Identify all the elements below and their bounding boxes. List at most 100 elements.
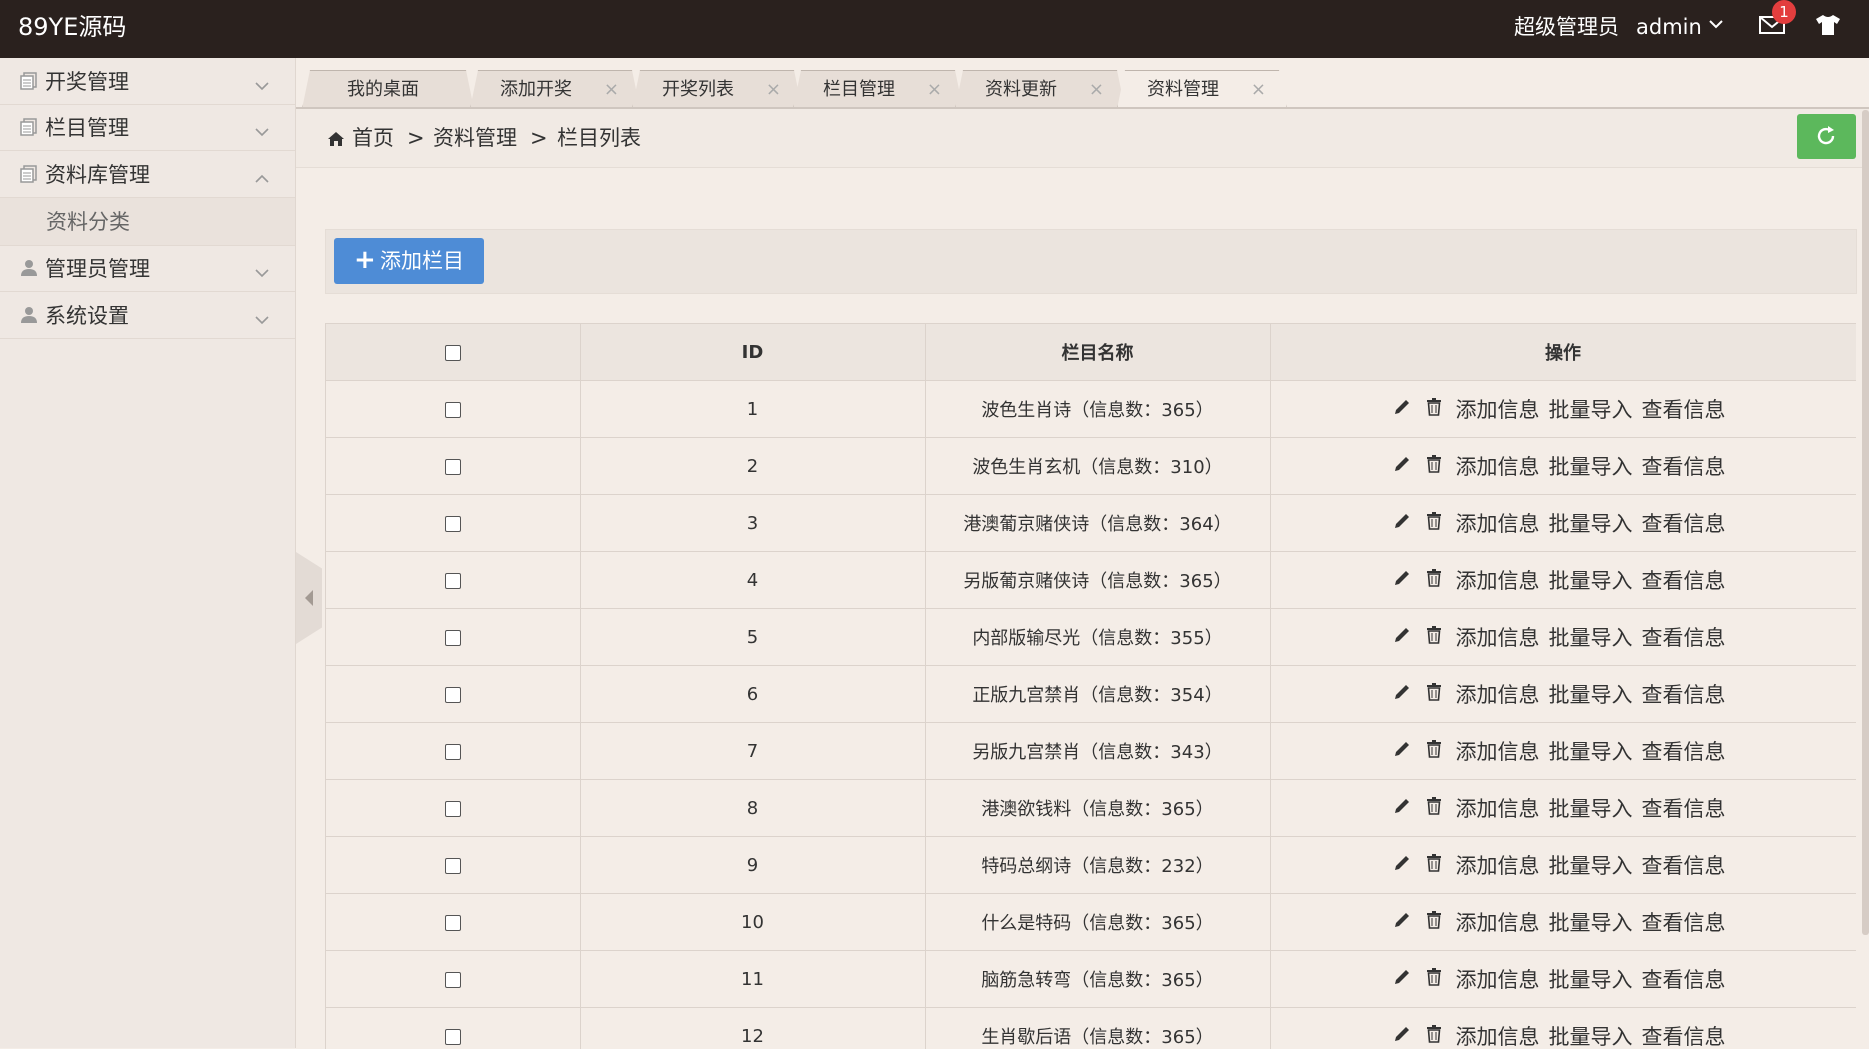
tab[interactable]: 添加开奖× (470, 70, 640, 109)
tab[interactable]: 资料更新× (955, 70, 1125, 109)
row-checkbox[interactable] (445, 972, 461, 988)
edit-icon[interactable] (1392, 454, 1412, 479)
tab[interactable]: 栏目管理× (793, 70, 963, 109)
add-info-link[interactable]: 添加信息 (1456, 850, 1540, 880)
add-info-link[interactable]: 添加信息 (1456, 736, 1540, 766)
row-checkbox[interactable] (445, 630, 461, 646)
row-checkbox[interactable] (445, 687, 461, 703)
view-info-link[interactable]: 查看信息 (1642, 394, 1726, 424)
view-info-link[interactable]: 查看信息 (1642, 622, 1726, 652)
add-column-button[interactable]: + 添加栏目 (334, 238, 484, 284)
batch-import-link[interactable]: 批量导入 (1549, 679, 1633, 709)
view-info-link[interactable]: 查看信息 (1642, 964, 1726, 994)
row-checkbox[interactable] (445, 915, 461, 931)
delete-icon[interactable] (1426, 740, 1442, 763)
page-scrollbar[interactable] (1862, 110, 1869, 935)
view-info-link[interactable]: 查看信息 (1642, 565, 1726, 595)
tab-close-icon[interactable]: × (1251, 71, 1266, 109)
view-info-link[interactable]: 查看信息 (1642, 451, 1726, 481)
tab[interactable]: 我的桌面 (302, 70, 474, 109)
tab-close-icon[interactable]: × (1089, 71, 1104, 109)
sidebar-subitem[interactable]: 资料分类 (0, 198, 295, 246)
add-info-link[interactable]: 添加信息 (1456, 394, 1540, 424)
add-info-link[interactable]: 添加信息 (1456, 451, 1540, 481)
tab-close-icon[interactable]: × (766, 71, 781, 109)
batch-import-link[interactable]: 批量导入 (1549, 1021, 1633, 1049)
batch-import-link[interactable]: 批量导入 (1549, 736, 1633, 766)
batch-import-link[interactable]: 批量导入 (1549, 565, 1633, 595)
row-checkbox[interactable] (445, 858, 461, 874)
row-checkbox[interactable] (445, 801, 461, 817)
batch-import-link[interactable]: 批量导入 (1549, 451, 1633, 481)
delete-icon[interactable] (1426, 683, 1442, 706)
batch-import-link[interactable]: 批量导入 (1549, 793, 1633, 823)
collapse-left-icon[interactable] (303, 588, 315, 608)
add-info-link[interactable]: 添加信息 (1456, 679, 1540, 709)
sidebar-item[interactable]: 资料库管理 (0, 151, 295, 198)
add-info-link[interactable]: 添加信息 (1456, 508, 1540, 538)
edit-icon[interactable] (1392, 1024, 1412, 1049)
view-info-link[interactable]: 查看信息 (1642, 679, 1726, 709)
delete-icon[interactable] (1426, 911, 1442, 934)
delete-icon[interactable] (1426, 398, 1442, 421)
edit-icon[interactable] (1392, 625, 1412, 650)
batch-import-link[interactable]: 批量导入 (1549, 394, 1633, 424)
select-all-checkbox[interactable] (445, 345, 461, 361)
row-checkbox[interactable] (445, 1029, 461, 1045)
add-info-link[interactable]: 添加信息 (1456, 565, 1540, 595)
add-info-link[interactable]: 添加信息 (1456, 964, 1540, 994)
refresh-button[interactable] (1797, 114, 1856, 159)
batch-import-link[interactable]: 批量导入 (1549, 508, 1633, 538)
delete-icon[interactable] (1426, 854, 1442, 877)
edit-icon[interactable] (1392, 967, 1412, 992)
add-info-link[interactable]: 添加信息 (1456, 793, 1540, 823)
edit-icon[interactable] (1392, 739, 1412, 764)
delete-icon[interactable] (1426, 455, 1442, 478)
edit-icon[interactable] (1392, 853, 1412, 878)
edit-icon[interactable] (1392, 796, 1412, 821)
delete-icon[interactable] (1426, 512, 1442, 535)
add-info-link[interactable]: 添加信息 (1456, 1021, 1540, 1049)
edit-icon[interactable] (1392, 568, 1412, 593)
tab[interactable]: 资料管理× (1117, 70, 1287, 109)
row-checkbox[interactable] (445, 573, 461, 589)
breadcrumb-level1[interactable]: 资料管理 (433, 122, 517, 154)
app-logo[interactable]: 89YE源码 (18, 10, 126, 44)
edit-icon[interactable] (1392, 397, 1412, 422)
view-info-link[interactable]: 查看信息 (1642, 907, 1726, 937)
batch-import-link[interactable]: 批量导入 (1549, 622, 1633, 652)
tab-close-icon[interactable]: × (604, 71, 619, 109)
sidebar-item[interactable]: 开奖管理 (0, 58, 295, 105)
batch-import-link[interactable]: 批量导入 (1549, 964, 1633, 994)
breadcrumb-home[interactable]: 首页 (352, 122, 394, 154)
batch-import-link[interactable]: 批量导入 (1549, 850, 1633, 880)
row-checkbox[interactable] (445, 516, 461, 532)
delete-icon[interactable] (1426, 968, 1442, 991)
delete-icon[interactable] (1426, 569, 1442, 592)
view-info-link[interactable]: 查看信息 (1642, 793, 1726, 823)
batch-import-link[interactable]: 批量导入 (1549, 907, 1633, 937)
sidebar-item[interactable]: 系统设置 (0, 292, 295, 339)
add-info-link[interactable]: 添加信息 (1456, 622, 1540, 652)
edit-icon[interactable] (1392, 910, 1412, 935)
chevron-down-icon[interactable] (1708, 18, 1724, 30)
edit-icon[interactable] (1392, 511, 1412, 536)
view-info-link[interactable]: 查看信息 (1642, 736, 1726, 766)
row-checkbox[interactable] (445, 459, 461, 475)
tab[interactable]: 开奖列表× (632, 70, 802, 109)
view-info-link[interactable]: 查看信息 (1642, 508, 1726, 538)
add-info-link[interactable]: 添加信息 (1456, 907, 1540, 937)
theme-shirt-icon[interactable] (1815, 14, 1841, 36)
view-info-link[interactable]: 查看信息 (1642, 1021, 1726, 1049)
delete-icon[interactable] (1426, 626, 1442, 649)
row-checkbox[interactable] (445, 744, 461, 760)
delete-icon[interactable] (1426, 1025, 1442, 1048)
row-checkbox[interactable] (445, 402, 461, 418)
delete-icon[interactable] (1426, 797, 1442, 820)
tab-close-icon[interactable]: × (927, 71, 942, 109)
sidebar-item[interactable]: 管理员管理 (0, 245, 295, 292)
view-info-link[interactable]: 查看信息 (1642, 850, 1726, 880)
user-menu[interactable]: admin (1636, 10, 1702, 44)
sidebar-item[interactable]: 栏目管理 (0, 104, 295, 151)
edit-icon[interactable] (1392, 682, 1412, 707)
